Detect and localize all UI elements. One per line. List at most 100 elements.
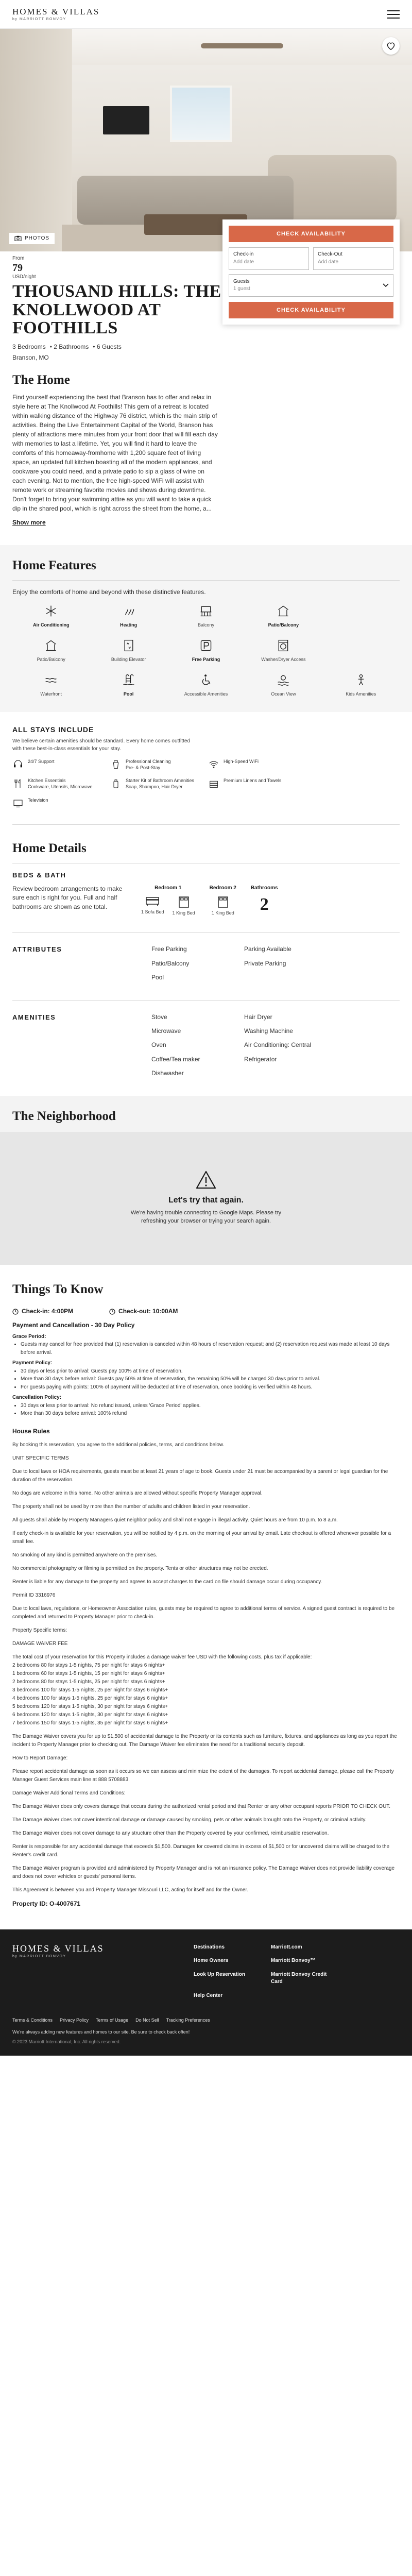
- beds-bath-heading: BEDS & BATH: [12, 871, 66, 879]
- amenities-section: AMENITIES Stove Microwave Oven Coffee/Tea m…: [0, 1001, 412, 1096]
- house-rule: The Damage Waiver does only covers damag…: [12, 1804, 391, 1810]
- feature-label: Washer/Dryer Access: [261, 656, 306, 662]
- bedroom-title: Bedroom 1: [154, 885, 182, 891]
- feature-label: Waterfront: [40, 691, 62, 697]
- grace-list: Guests may cancel for free provided that…: [21, 1341, 400, 1357]
- guests-select[interactable]: Guests 1 guest: [229, 274, 393, 297]
- house-rule: Permit ID 3316976: [12, 1592, 56, 1599]
- check-availability-button-secondary[interactable]: CHECK AVAILABILITY: [229, 302, 393, 318]
- wifi-icon: [208, 759, 219, 770]
- footer-link[interactable]: Help Center: [194, 1992, 261, 2000]
- stays-intro: We believe certain amenities should be s…: [12, 738, 190, 752]
- show-more-link[interactable]: Show more: [12, 518, 46, 527]
- section-heading: Home Features: [12, 556, 400, 581]
- features-intro: Enjoy the comforts of home and beyond wi…: [12, 588, 206, 596]
- map-error-text: We're having trouble connecting to Googl…: [130, 1210, 282, 1225]
- amenities-column: Hair Dryer Washing Machine Air Conditionin…: [244, 1013, 337, 1083]
- policy-item: More than 30 days before arrival: Guests…: [21, 1375, 400, 1383]
- stay-item: Television: [12, 798, 106, 809]
- patio-icon: [43, 638, 59, 653]
- warning-icon: [196, 1171, 216, 1189]
- house-rules: By booking this reservation, you agree t…: [12, 1441, 400, 1894]
- pool-icon: [121, 672, 136, 688]
- feature-item: Waterfront: [12, 672, 90, 698]
- payment-policy: Payment and Cancellation - 30 Day Policy…: [12, 1321, 400, 1417]
- check-availability-button[interactable]: CHECK AVAILABILITY: [229, 226, 393, 242]
- favorite-button[interactable]: [382, 37, 400, 55]
- beds-bath: Review bedroom arrangements to make sure…: [12, 885, 400, 922]
- footer-logo[interactable]: HOMES & VILLAS by MARRIOTT BONVOY: [12, 1944, 104, 2000]
- television: [103, 106, 149, 134]
- policy-item: More than 30 days before arrival: 100% r…: [21, 1410, 400, 1418]
- footer-link[interactable]: Destinations: [194, 1944, 261, 1952]
- booking-widget: CHECK AVAILABILITY Check-in Add date Che…: [222, 219, 400, 325]
- ceiling-fan: [201, 43, 283, 48]
- support-icon: [12, 759, 24, 770]
- footer-legal-link[interactable]: Do Not Sell: [135, 2017, 159, 2024]
- ocean-view-icon: [276, 672, 291, 688]
- stay-item: [306, 759, 400, 771]
- footer-link[interactable]: Marriott Bonvoy™: [271, 1957, 338, 1965]
- king-bed-icon: [218, 896, 228, 908]
- stay-label: Starter Kit of Bathroom Amenities Soap, …: [126, 778, 195, 790]
- footer-link[interactable]: Home Owners: [194, 1957, 261, 1965]
- footer-link[interactable]: Marriott.com: [271, 1944, 338, 1952]
- house-rule: 6 bedrooms 120 for stays 1-5 nights, 30 …: [12, 1712, 168, 1718]
- footer-logo-main: HOMES & VILLAS: [12, 1943, 104, 1954]
- bathroom-kit-icon: [110, 778, 122, 789]
- footer-legal-link[interactable]: Privacy Policy: [60, 2017, 89, 2024]
- brand-logo[interactable]: HOMES & VILLAS by MARRIOTT BONVOY: [12, 7, 99, 21]
- checkin-field[interactable]: Check-in Add date: [229, 247, 309, 270]
- footer-link[interactable]: Look Up Reservation: [194, 1971, 261, 1986]
- feature-item: Patio/Balcony: [245, 603, 322, 629]
- house-rule: DAMAGE WAIVER FEE: [12, 1641, 68, 1647]
- property-facts: 3 Bedrooms • 2 Bathrooms • 6 Guests: [12, 343, 122, 351]
- heating-icon: [121, 603, 136, 619]
- attribute-item: Parking Available: [244, 945, 291, 953]
- bedroom-card: Bedroom 1 1 Sofa Bed 1 King Bed: [141, 885, 195, 917]
- policy-item: Guests may cancel for free provided that…: [21, 1341, 400, 1357]
- checkin-time: Check-in: 4:00PM: [12, 1307, 73, 1316]
- stay-item: Starter Kit of Bathroom Amenities Soap, …: [110, 778, 204, 790]
- sofa-bed-icon: [146, 897, 159, 907]
- photos-label: PHOTOS: [25, 235, 50, 241]
- attributes-heading: ATTRIBUTES: [12, 945, 62, 954]
- amenity-item: Microwave: [151, 1027, 181, 1035]
- checkout-value: Add date: [318, 259, 339, 265]
- photos-button[interactable]: PHOTOS: [9, 232, 55, 244]
- bed-label: 1 King Bed: [211, 910, 234, 916]
- all-stays-section: ALL STAYS INCLUDE We believe certain ame…: [0, 712, 412, 824]
- footer-link[interactable]: Marriott Bonvoy Credit Card: [271, 1971, 338, 1986]
- footer-legal-links: Terms & Conditions Privacy Policy Terms of…: [12, 2017, 400, 2024]
- menu-button[interactable]: [387, 10, 400, 19]
- rate-label: From: [12, 256, 25, 261]
- amenity-item: Refrigerator: [244, 1055, 277, 1063]
- rate-value: 79: [12, 262, 23, 274]
- washer-icon: [276, 638, 291, 653]
- stay-label: Television: [28, 797, 48, 803]
- footer-legal-link[interactable]: Tracking Preferences: [166, 2017, 210, 2024]
- guests-value: 1 guest: [233, 286, 250, 292]
- payment-list: 30 days or less prior to arrival: Guests…: [21, 1367, 400, 1392]
- home-features-section: Home Features Enjoy the comforts of home…: [0, 545, 412, 712]
- feature-label: Air Conditioning: [32, 622, 70, 628]
- feature-item: Pool: [90, 672, 167, 698]
- bathrooms-card: Bathrooms 2: [251, 885, 278, 917]
- section-heading: The Home: [12, 372, 70, 387]
- features-grid: Air Conditioning Heating Balcony Patio/Balc…: [12, 603, 400, 698]
- site-header: HOMES & VILLAS by MARRIOTT BONVOY: [0, 0, 412, 29]
- checkout-time-text: Check-out: 10:00AM: [118, 1308, 178, 1315]
- policy-item: 30 days or less prior to arrival: Guests…: [21, 1367, 400, 1376]
- hero-photo[interactable]: PHOTOS: [0, 29, 412, 251]
- feature-label: Building Elevator: [111, 656, 146, 662]
- footer-legal-link[interactable]: Terms & Conditions: [12, 2017, 53, 2024]
- bathrooms-value: 2: [260, 895, 269, 914]
- checkout-field[interactable]: Check-Out Add date: [313, 247, 393, 270]
- footer-legal-link[interactable]: Terms of Usage: [96, 2017, 128, 2024]
- house-rule: The Damage Waiver program is provided an…: [12, 1866, 395, 1880]
- feature-label: Kids Amenities: [346, 691, 376, 697]
- stay-item: 24/7 Support: [12, 759, 106, 771]
- accessible-icon: [198, 672, 214, 688]
- feature-label: Patio/Balcony: [268, 622, 299, 628]
- window: [170, 86, 232, 142]
